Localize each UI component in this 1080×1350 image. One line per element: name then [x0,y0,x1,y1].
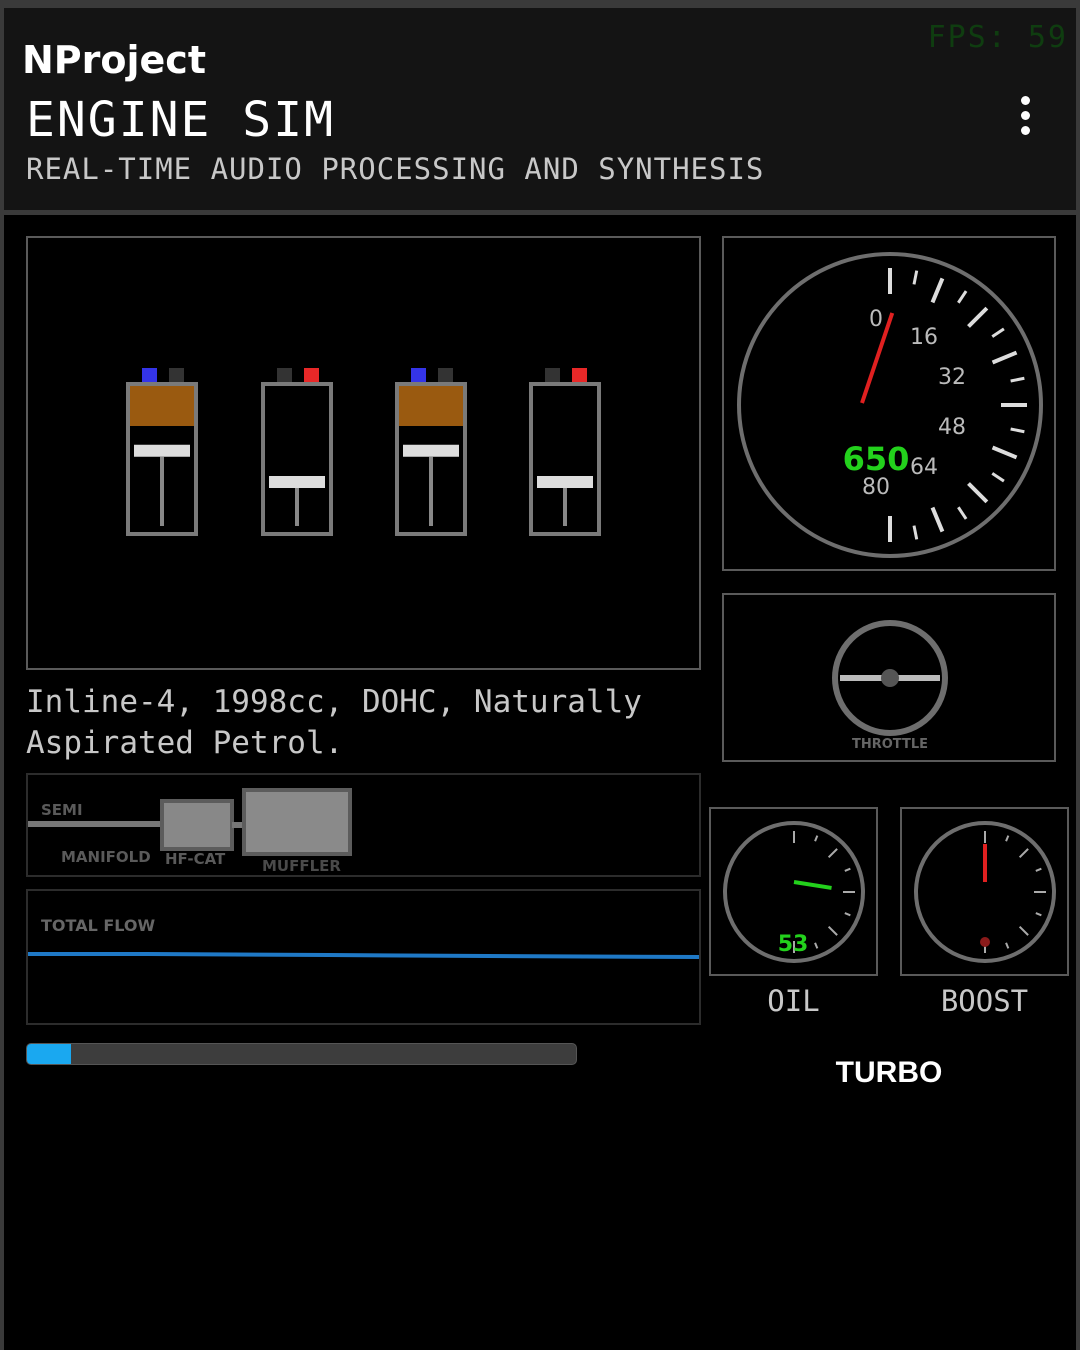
exhaust-system: SEMI MANIFOLD HF-CAT MUFFLER [26,773,701,877]
tachometer-tick-label: 80 [862,475,890,500]
flow-line [28,952,700,959]
cylinder-1 [126,368,198,536]
progress-bar [26,1043,577,1065]
combustion-chamber [399,386,463,426]
cylinder-4 [529,368,601,536]
throttle-wheel[interactable]: THROTTLE [724,595,1054,760]
oil-gauge-panel: 53 [709,807,878,976]
throttle-label: THROTTLE [852,737,928,752]
exhaust-label-manifold: MANIFOLD [61,848,151,866]
fps-counter: FPS: 59 [927,20,1068,55]
rpm-readout: 650 [843,440,910,478]
tachometer-tick-label: 48 [938,415,966,440]
oil-readout: 53 [778,932,809,957]
overflow-menu-icon[interactable] [1012,92,1038,144]
piston [537,476,593,488]
tachometer-panel: 0 16 32 48 64 80 650 [722,236,1056,571]
engine-visualizer [26,236,701,670]
exhaust-diagram: SEMI MANIFOLD HF-CAT MUFFLER [28,788,352,875]
app-title: ENGINE SIM [26,92,335,148]
boost-gauge [914,821,1056,963]
tachometer-tick-label: 16 [910,325,938,350]
tachometer-tick-label: 64 [910,455,938,480]
app-subtitle: REAL-TIME AUDIO PROCESSING AND SYNTHESIS [26,152,765,186]
app-header: FPS: 59 NProject ENGINE SIM REAL-TIME AU… [4,8,1076,215]
piston [269,476,325,488]
cylinder-3 [395,368,467,536]
oil-label: OIL [767,984,820,1018]
brand-logo: NProject [22,38,206,82]
exhaust-label-semi: SEMI [41,801,83,819]
boost-gauge-panel [900,807,1069,976]
cylinder-diagram [126,368,601,536]
piston [134,444,190,457]
progress-fill [27,1044,71,1064]
flow-label: TOTAL FLOW [41,916,155,935]
boost-warning-indicator [980,937,990,947]
tachometer-tick-label: 0 [869,307,883,332]
cylinder-2 [261,368,333,536]
combustion-chamber [130,386,194,426]
exhaust-label-catalyst: HF-CAT [165,850,226,868]
boost-label: BOOST [940,984,1029,1018]
flow-plot: TOTAL FLOW [28,916,700,959]
tachometer-gauge: 0 1632 4864 80 650 [737,252,1043,558]
throttle-panel[interactable]: THROTTLE [722,593,1056,762]
exhaust-label-muffler: MUFFLER [262,857,341,875]
flow-graph: TOTAL FLOW [26,889,701,1025]
piston [403,444,459,457]
oil-gauge: 53 [723,821,865,963]
tachometer-tick-label: 32 [938,365,966,390]
engine-description: Inline-4, 1998cc, DOHC, Naturally Aspira… [26,684,642,761]
turbo-toggle[interactable]: TURBO [722,1056,1056,1090]
